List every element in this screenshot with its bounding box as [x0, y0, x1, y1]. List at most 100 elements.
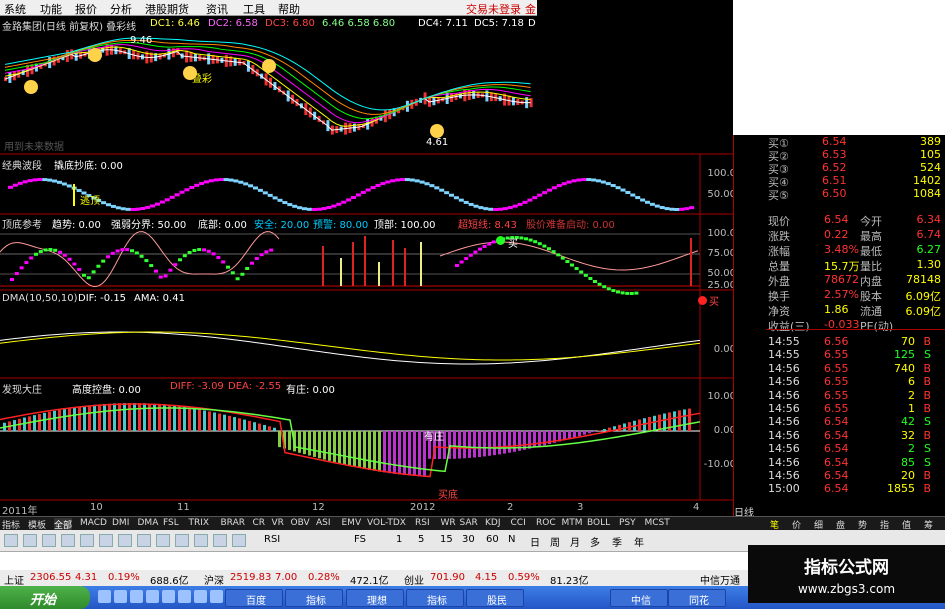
toolbar-button-周[interactable]: 周: [550, 534, 560, 549]
tab-vol-tdx[interactable]: VOL-TDX: [367, 518, 406, 528]
menu-system[interactable]: 系统: [4, 1, 26, 17]
quicklaunch-icon[interactable]: [162, 590, 175, 603]
wave-segment: [488, 207, 494, 211]
tab-mtm[interactable]: MTM: [562, 518, 583, 528]
toolbar-button-n[interactable]: N: [508, 534, 515, 545]
chart-area[interactable]: 金路集团(日线 前复权) 叠彩线 DC1: 6.46 DC2: 6.58 DC3…: [0, 16, 736, 517]
tab-obv[interactable]: OBV: [291, 518, 310, 528]
toolbar-button-fs[interactable]: FS: [354, 534, 366, 545]
toolbar-icon[interactable]: [156, 534, 170, 547]
tick-price: 6.54: [824, 469, 849, 482]
toolbar-button-月[interactable]: 月: [570, 534, 580, 549]
tick-price: 6.55: [824, 388, 849, 402]
signal-segment: [43, 248, 48, 252]
dc5-label: DC5: 7.18: [474, 18, 524, 29]
tick-volume: 2: [908, 388, 915, 402]
chart-canvas[interactable]: [0, 16, 733, 516]
histogram-bar: [248, 420, 251, 431]
menu-analysis[interactable]: 分析: [110, 1, 132, 17]
tick-direction: B: [923, 375, 931, 389]
quicklaunch-icon[interactable]: [194, 590, 207, 603]
toolbar-button-5[interactable]: 5: [418, 534, 424, 545]
tab-sar[interactable]: SAR: [460, 518, 478, 528]
toolbar-icon[interactable]: [175, 534, 189, 547]
signal-segment: [115, 249, 120, 253]
quicklaunch-icon[interactable]: [210, 590, 223, 603]
toolbar-button-日[interactable]: 日: [530, 534, 540, 549]
menu-function[interactable]: 功能: [40, 1, 62, 17]
taskbar-item[interactable]: 理想: [346, 589, 404, 607]
toolbar-button-15[interactable]: 15: [440, 534, 453, 545]
toolbar-icon[interactable]: [99, 534, 113, 547]
tab-boll[interactable]: BOLL: [587, 518, 610, 528]
tick-time: 15:00: [768, 482, 800, 496]
taskbar-item[interactable]: 同花: [668, 589, 726, 607]
toolbar-icon[interactable]: [137, 534, 151, 547]
toolbar-icon[interactable]: [194, 534, 208, 547]
menu-tools[interactable]: 工具: [243, 1, 265, 17]
tab-trix[interactable]: TRIX: [189, 518, 210, 528]
toolbar-icon[interactable]: [80, 534, 94, 547]
histogram-bar: [468, 431, 471, 458]
menu-info[interactable]: 资讯: [206, 1, 228, 17]
tab-rsi[interactable]: RSI: [415, 518, 430, 528]
toolbar-icon[interactable]: [213, 534, 227, 547]
tab-kdj[interactable]: KDJ: [485, 518, 501, 528]
histogram-bar: [328, 431, 331, 461]
wave-segment: [483, 207, 489, 211]
wave-segment: [429, 184, 435, 188]
taskbar-item[interactable]: 指标: [285, 589, 343, 607]
index-percent: 0.59%: [508, 572, 540, 583]
panel2-hint: 股价难备启动: 0.00: [526, 220, 615, 231]
tab-cr[interactable]: CR: [253, 518, 266, 528]
toolbar-button-60[interactable]: 60: [486, 534, 499, 545]
toolbar-icon[interactable]: [232, 534, 246, 547]
quicklaunch-icon[interactable]: [178, 590, 191, 603]
tab-fsl[interactable]: FSL: [163, 518, 179, 528]
tab-emv[interactable]: EMV: [342, 518, 362, 528]
toolbar-icon[interactable]: [61, 534, 75, 547]
quicklaunch-icon[interactable]: [130, 590, 143, 603]
tab-dmi[interactable]: DMI: [112, 518, 129, 528]
quicklaunch-icon[interactable]: [146, 590, 159, 603]
toolbar-icon[interactable]: [42, 534, 56, 547]
toolbar-button-30[interactable]: 30: [462, 534, 475, 545]
toolbar-button-年[interactable]: 年: [634, 534, 644, 549]
toolbar-button-多[interactable]: 多: [590, 534, 600, 549]
menu-quote[interactable]: 报价: [75, 1, 97, 17]
taskbar-item[interactable]: 指标: [406, 589, 464, 607]
toolbar-button-季[interactable]: 季: [612, 534, 622, 549]
quicklaunch-icon[interactable]: [98, 590, 111, 603]
start-button[interactable]: 开始: [0, 586, 90, 609]
wave-segment: [115, 206, 121, 210]
quicklaunch-icon[interactable]: [114, 590, 127, 603]
tab-roc[interactable]: ROC: [536, 518, 556, 528]
tab-cci[interactable]: CCI: [511, 518, 526, 528]
signal-segment: [620, 291, 625, 295]
toolbar-button-rsi[interactable]: RSI: [264, 534, 280, 545]
tab-psy[interactable]: PSY: [619, 518, 636, 528]
tab-vr[interactable]: VR: [272, 518, 284, 528]
toolbar-icon[interactable]: [23, 534, 37, 547]
menu-help[interactable]: 帮助: [278, 1, 300, 17]
toolbar-icon[interactable]: [4, 534, 18, 547]
tab-brar[interactable]: BRAR: [221, 518, 245, 528]
toolbar-button-1[interactable]: 1: [396, 534, 402, 545]
taskbar-item[interactable]: 中信: [610, 589, 668, 607]
wave-segment: [331, 204, 337, 208]
tab-mcst[interactable]: MCST: [645, 518, 670, 528]
tab-dma[interactable]: DMA: [138, 518, 159, 528]
menu-hk-futures[interactable]: 港股期货: [145, 1, 189, 17]
histogram-bar: [238, 418, 241, 431]
tab-macd[interactable]: MACD: [80, 518, 107, 528]
tab-asi[interactable]: ASI: [316, 518, 331, 528]
tick-row: 14:56 6.55 2 B: [766, 389, 945, 402]
stat-label: 换手: [768, 290, 790, 303]
stat-label: 最高: [860, 230, 882, 243]
toolbar-icon[interactable]: [118, 534, 132, 547]
signal-segment: [14, 272, 19, 276]
login-status[interactable]: 交易未登录: [466, 1, 521, 17]
taskbar-item[interactable]: 股民: [466, 589, 524, 607]
tab-wr[interactable]: WR: [441, 518, 456, 528]
taskbar-item[interactable]: 百度: [225, 589, 283, 607]
